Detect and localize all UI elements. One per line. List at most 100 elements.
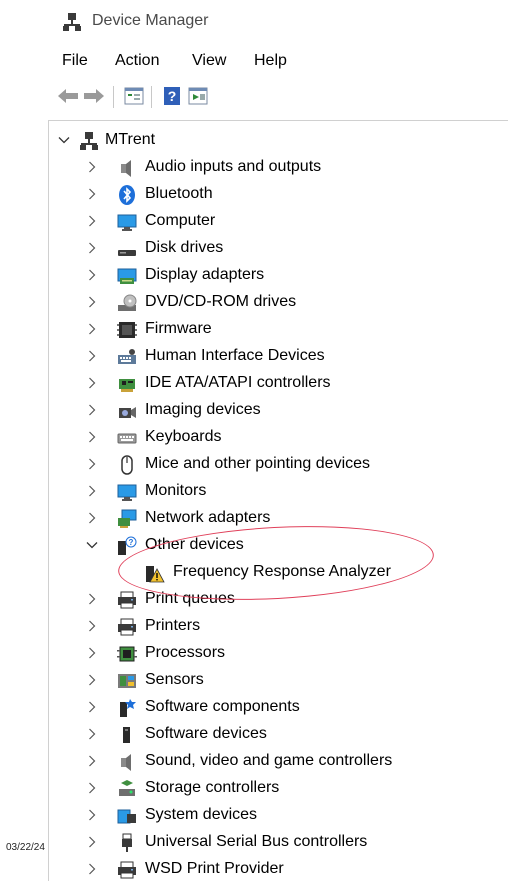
network-adapter-icon (118, 509, 137, 528)
tree-item-sensors[interactable]: Sensors (49, 667, 508, 694)
tree-item-storage-controllers[interactable]: Storage controllers (49, 775, 508, 802)
chevron-right-icon[interactable] (85, 481, 99, 501)
menu-action[interactable]: Action (115, 52, 159, 70)
chevron-right-icon[interactable] (85, 778, 99, 798)
svg-text:?: ? (129, 538, 134, 547)
speaker-icon (121, 160, 131, 177)
chevron-right-icon[interactable] (85, 211, 99, 231)
menu-help[interactable]: Help (254, 52, 287, 70)
tree-item-label: Mice and other pointing devices (145, 455, 371, 472)
chevron-right-icon[interactable] (85, 697, 99, 717)
tree-item-monitors[interactable]: Monitors (49, 478, 508, 505)
tree-item-bluetooth[interactable]: Bluetooth (49, 181, 508, 208)
hid-icon (118, 349, 136, 364)
tree-item-printers[interactable]: Printers (49, 613, 508, 640)
tree-item-label: Software devices (145, 725, 267, 742)
device-manager-icon (63, 13, 81, 31)
tree-item-wsd-print-provider[interactable]: WSD Print Provider (49, 856, 508, 883)
forward-arrow-icon (84, 89, 104, 103)
tree-item-display-adapters[interactable]: Display adapters (49, 262, 508, 289)
tree-item-software-components[interactable]: Software components (49, 694, 508, 721)
chevron-right-icon[interactable] (85, 670, 99, 690)
tree-item-label: Computer (145, 212, 216, 229)
disk-drive-icon (118, 250, 136, 256)
tree-item-mice-and-other-pointing-devices[interactable]: Mice and other pointing devices (49, 451, 508, 478)
chevron-right-icon[interactable] (85, 265, 99, 285)
chevron-down-icon[interactable] (85, 535, 99, 555)
tree-item-keyboards[interactable]: Keyboards (49, 424, 508, 451)
chevron-right-icon[interactable] (85, 859, 99, 879)
tree-item-computer[interactable]: Computer (49, 208, 508, 235)
chevron-right-icon[interactable] (85, 184, 99, 204)
chevron-right-icon[interactable] (85, 724, 99, 744)
tree-item-label: Bluetooth (145, 185, 213, 202)
chevron-right-icon[interactable] (85, 589, 99, 609)
firmware-icon (117, 322, 137, 338)
tree-item-firmware[interactable]: Firmware (49, 316, 508, 343)
ide-controller-icon (119, 379, 135, 392)
tree-item-dvd-cd-rom-drives[interactable]: DVD/CD-ROM drives (49, 289, 508, 316)
properties-button[interactable] (122, 84, 146, 108)
chevron-right-icon[interactable] (85, 751, 99, 771)
tree-item-label: WSD Print Provider (145, 860, 284, 877)
tree-item-universal-serial-bus-controllers[interactable]: Universal Serial Bus controllers (49, 829, 508, 856)
date-stamp: 03/22/24 (6, 842, 45, 853)
tree-item-sound-video-and-game-controllers[interactable]: Sound, video and game controllers (49, 748, 508, 775)
back-button[interactable] (56, 84, 80, 108)
menu-file[interactable]: File (62, 52, 88, 70)
tree-item-label: Disk drives (145, 239, 224, 256)
tree-item-label: Firmware (145, 320, 212, 337)
bluetooth-icon (119, 185, 135, 205)
printer-icon (118, 591, 136, 609)
chevron-right-icon[interactable] (85, 346, 99, 366)
toolbar: ? (52, 82, 508, 112)
chevron-right-icon[interactable] (85, 454, 99, 474)
chevron-right-icon[interactable] (85, 292, 99, 312)
tree-item-label: Keyboards (145, 428, 222, 445)
tree-item-label: Human Interface Devices (145, 347, 325, 364)
chevron-right-icon[interactable] (85, 643, 99, 663)
forward-button[interactable] (82, 84, 106, 108)
tree-item-system-devices[interactable]: System devices (49, 802, 508, 829)
tree-item-processors[interactable]: Processors (49, 640, 508, 667)
printer-icon (118, 861, 136, 879)
chevron-right-icon[interactable] (85, 157, 99, 177)
chevron-right-icon[interactable] (85, 832, 99, 852)
tree-item-audio-inputs-and-outputs[interactable]: Audio inputs and outputs (49, 154, 508, 181)
camera-icon (119, 407, 136, 418)
chevron-right-icon[interactable] (85, 400, 99, 420)
tree-item-label: MTrent (105, 131, 156, 148)
chevron-right-icon[interactable] (85, 373, 99, 393)
speaker-icon (121, 754, 131, 771)
svg-text:?: ? (168, 88, 177, 104)
menu-view[interactable]: View (192, 52, 226, 70)
dvd-drive-icon (118, 294, 137, 311)
tree-item-label: Network adapters (145, 509, 271, 526)
title-bar: Device Manager (0, 0, 508, 44)
chevron-right-icon[interactable] (85, 508, 99, 528)
tree-item-human-interface-devices[interactable]: Human Interface Devices (49, 343, 508, 370)
chevron-down-icon[interactable] (57, 130, 71, 150)
tree-item-label: Audio inputs and outputs (145, 158, 322, 175)
tree-item-ide-ata-atapi-controllers[interactable]: IDE ATA/ATAPI controllers (49, 370, 508, 397)
menu-bar: File Action View Help (0, 48, 508, 76)
tree-item-label: IDE ATA/ATAPI controllers (145, 374, 331, 391)
tree-item-software-devices[interactable]: Software devices (49, 721, 508, 748)
monitor-icon (117, 484, 137, 501)
tree-item-imaging-devices[interactable]: Imaging devices (49, 397, 508, 424)
tree-root-mtrent[interactable]: MTrent (49, 127, 508, 154)
window-title: Device Manager (92, 12, 209, 29)
monitor-icon (117, 214, 137, 231)
tree-item-disk-drives[interactable]: Disk drives (49, 235, 508, 262)
chevron-right-icon[interactable] (85, 805, 99, 825)
help-icon: ? (164, 87, 180, 105)
chevron-right-icon[interactable] (85, 616, 99, 636)
chevron-right-icon[interactable] (85, 427, 99, 447)
tree-item-label: Monitors (145, 482, 207, 499)
chevron-right-icon[interactable] (85, 319, 99, 339)
chevron-right-icon[interactable] (85, 238, 99, 258)
tree-item-label: Universal Serial Bus controllers (145, 833, 368, 850)
computer-tower-icon (80, 132, 98, 150)
scan-hardware-button[interactable] (186, 84, 210, 108)
help-button[interactable]: ? (160, 84, 184, 108)
